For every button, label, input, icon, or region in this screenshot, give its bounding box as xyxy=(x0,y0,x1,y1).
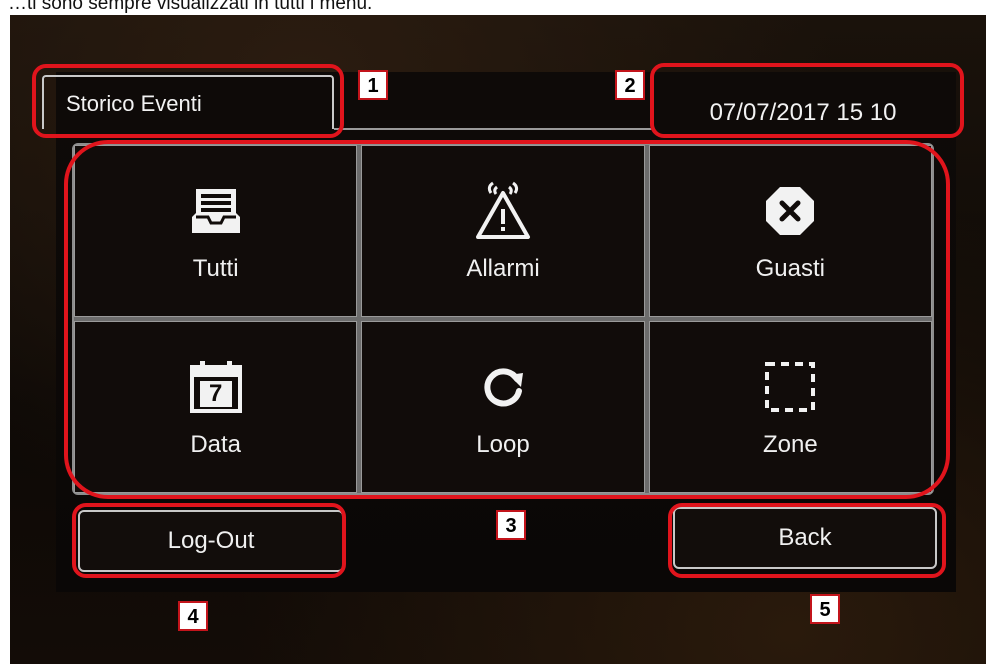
menu-grid: Tutti Allarmi Guasti 7 Data Loop Zone xyxy=(72,143,934,495)
callout-4: 4 xyxy=(178,601,208,631)
back-button[interactable]: Back xyxy=(673,507,937,569)
page-title: Storico Eventi xyxy=(42,75,334,129)
tile-loop[interactable]: Loop xyxy=(361,321,645,493)
alarm-triangle-icon xyxy=(471,179,535,243)
calendar-icon: 7 xyxy=(184,355,248,419)
tile-zone[interactable]: Zone xyxy=(648,321,932,493)
tile-label: Zone xyxy=(762,431,818,458)
datetime-display: 07/07/2017 15 10 xyxy=(709,99,897,126)
tile-guasti[interactable]: Guasti xyxy=(648,145,932,317)
callout-5: 5 xyxy=(810,594,840,624)
callout-1: 1 xyxy=(358,70,388,100)
tile-allarmi[interactable]: Allarmi xyxy=(361,145,645,317)
logout-button[interactable]: Log-Out xyxy=(78,510,344,572)
tile-label: Guasti xyxy=(755,255,826,282)
title-divider xyxy=(334,128,654,130)
fault-octagon-icon xyxy=(758,179,822,243)
calendar-day: 7 xyxy=(208,380,223,407)
tile-label: Loop xyxy=(476,431,530,458)
callout-2: 2 xyxy=(615,70,645,100)
callout-3: 3 xyxy=(496,510,526,540)
tile-tutti[interactable]: Tutti xyxy=(74,145,358,317)
tile-data[interactable]: 7 Data xyxy=(74,321,358,493)
dashed-square-icon xyxy=(758,355,822,419)
refresh-icon xyxy=(471,355,535,419)
tile-label: Allarmi xyxy=(466,255,540,282)
tile-label: Data xyxy=(190,431,242,458)
tile-label: Tutti xyxy=(192,255,239,282)
caption-text: …ti sono sempre visualizzati in tutti i … xyxy=(8,0,373,14)
inbox-tray-icon xyxy=(184,179,248,243)
